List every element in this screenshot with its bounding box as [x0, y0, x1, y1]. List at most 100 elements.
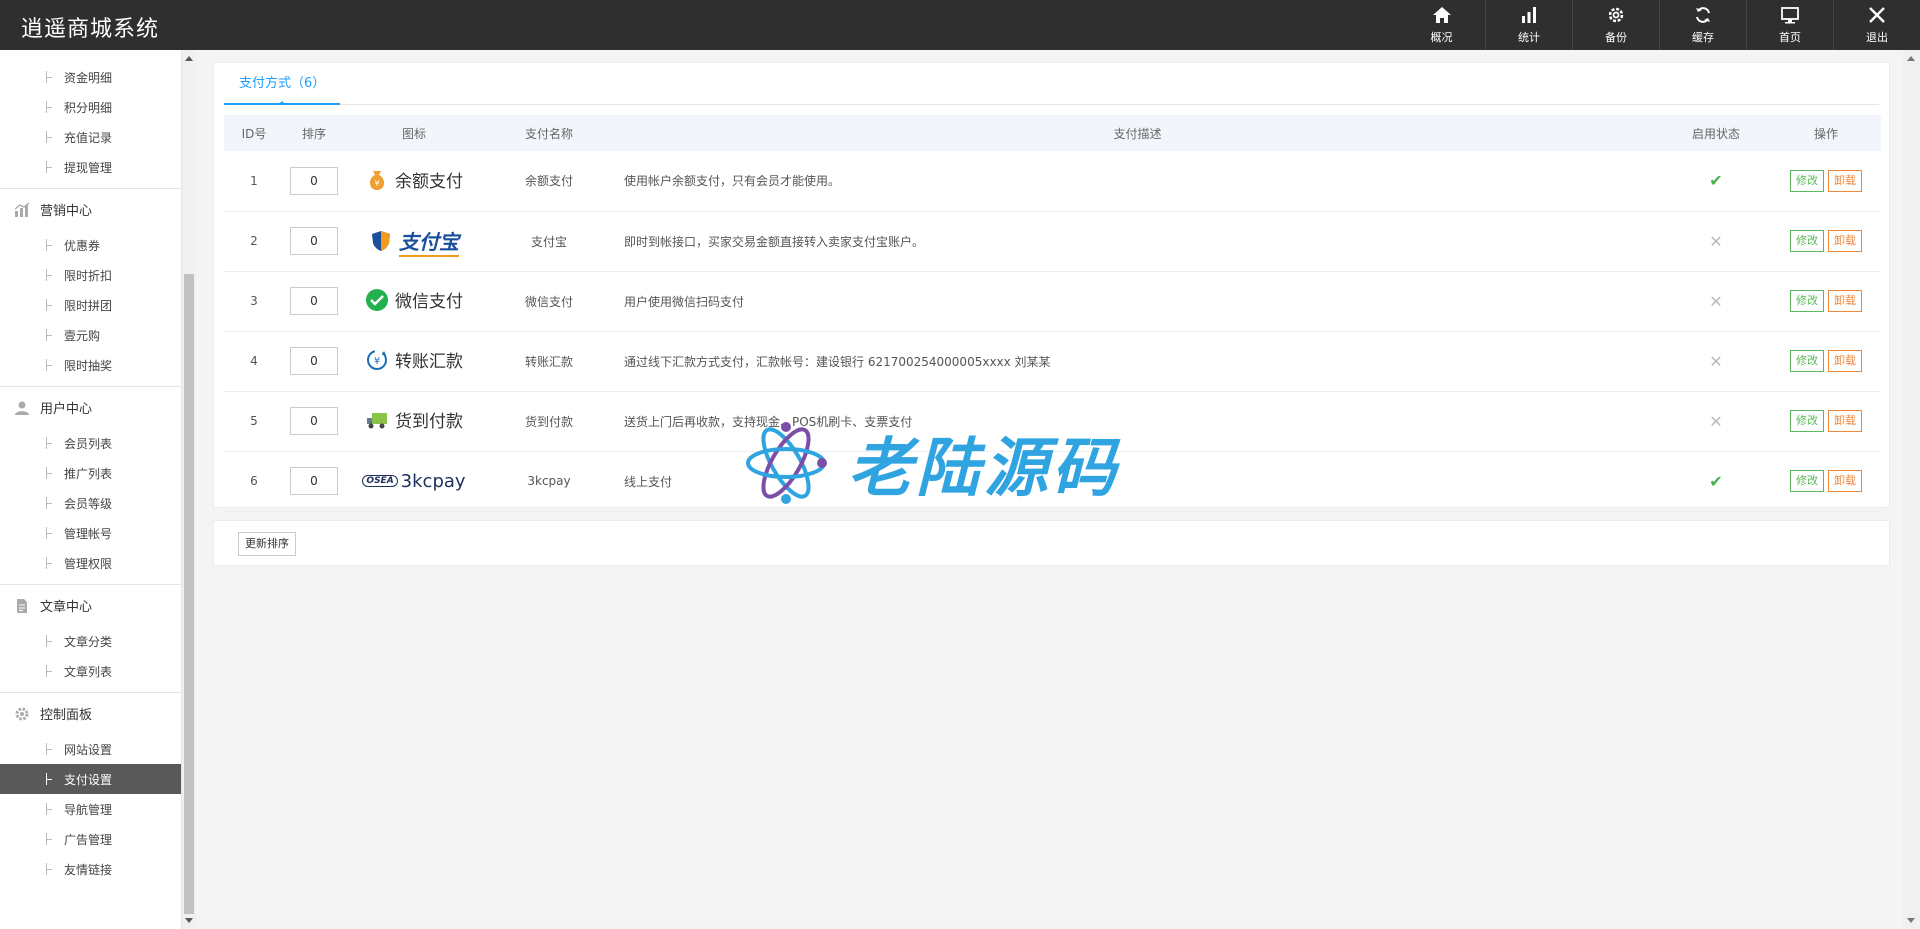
osea-logo-mark: OSEA: [362, 475, 398, 487]
scroll-thumb[interactable]: [184, 274, 194, 914]
topnav-overview[interactable]: 概况: [1398, 0, 1485, 50]
payment-logo: 支付宝: [369, 226, 459, 257]
sort-input[interactable]: [290, 227, 338, 255]
col-sort: 排序: [284, 115, 344, 151]
transfer-icon: ¥: [367, 349, 387, 370]
disabled-x-icon[interactable]: ✕: [1709, 292, 1722, 311]
app-title: 逍遥商城系统: [21, 17, 160, 42]
tab-payment-methods[interactable]: 支付方式（6）: [224, 63, 341, 105]
sidebar-item-site-settings[interactable]: 网站设置: [0, 734, 181, 764]
uninstall-button[interactable]: 卸载: [1828, 230, 1862, 252]
scroll-up-arrow[interactable]: [185, 56, 193, 61]
sort-input[interactable]: [290, 287, 338, 315]
uninstall-button[interactable]: 卸载: [1828, 350, 1862, 372]
table-row: 4 ¥ 转账汇款 转账汇款 通过线下汇款方式支付，汇款帐号：建设银行 62170…: [224, 331, 1881, 392]
sidebar-item-funds[interactable]: 资金明细: [0, 62, 181, 92]
sidebar: 资金明细 积分明细 充值记录 提现管理 营销中心 优惠券 限时折扣 限时拼团 壹…: [0, 50, 182, 929]
edit-button[interactable]: 修改: [1790, 350, 1824, 372]
money-bag-icon: ¥: [369, 170, 385, 190]
uninstall-button[interactable]: 卸载: [1828, 410, 1862, 432]
row-id: 6: [224, 451, 284, 512]
topnav-logout[interactable]: 退出: [1833, 0, 1920, 50]
sidebar-group-articles[interactable]: 文章中心: [0, 584, 181, 626]
disabled-x-icon[interactable]: ✕: [1709, 232, 1722, 251]
sidebar-item-article-list[interactable]: 文章列表: [0, 656, 181, 686]
sidebar-item-withdraw[interactable]: 提现管理: [0, 152, 181, 182]
row-desc: 送货上门后再收款，支持现金、POS机刷卡、支票支付: [614, 391, 1661, 452]
sidebar-item-members[interactable]: 会员列表: [0, 428, 181, 458]
sidebar-item-recharge[interactable]: 充值记录: [0, 122, 181, 152]
edit-button[interactable]: 修改: [1790, 410, 1824, 432]
sidebar-group-users[interactable]: 用户中心: [0, 386, 181, 428]
sidebar-item-payment-settings[interactable]: 支付设置: [0, 764, 181, 794]
sidebar-item-promotion[interactable]: 推广列表: [0, 458, 181, 488]
sidebar-item-points[interactable]: 积分明细: [0, 92, 181, 122]
row-desc: 通过线下汇款方式支付，汇款帐号：建设银行 621700254000005xxxx…: [614, 331, 1661, 392]
sidebar-item-admin-accounts[interactable]: 管理帐号: [0, 518, 181, 548]
disabled-x-icon[interactable]: ✕: [1709, 352, 1722, 371]
edit-button[interactable]: 修改: [1790, 169, 1824, 192]
sidebar-group-control-panel[interactable]: 控制面板: [0, 692, 181, 734]
bar-chart-icon: [1522, 7, 1536, 23]
enabled-check-icon[interactable]: ✔: [1709, 171, 1722, 190]
row-id: 3: [224, 271, 284, 332]
sidebar-item-article-category[interactable]: 文章分类: [0, 626, 181, 656]
table-header-row: ID号 排序 图标 支付名称 支付描述 启用状态 操作: [224, 115, 1881, 151]
topnav-label: 缓存: [1692, 31, 1714, 44]
topnav-cache[interactable]: 缓存: [1659, 0, 1746, 50]
truck-icon: [367, 412, 387, 429]
main-scrollbar[interactable]: [1903, 50, 1920, 929]
payment-logo: ¥ 转账汇款: [365, 347, 463, 372]
shield-icon: [372, 231, 390, 251]
sidebar-group-title: 文章中心: [40, 600, 93, 615]
table-row: 6 OSEA 3kcpay 3kcpay 线上支付 ✔ 修改卸载: [224, 451, 1881, 512]
topnav-stats[interactable]: 统计: [1485, 0, 1572, 50]
sort-input[interactable]: [290, 407, 338, 435]
user-icon: [15, 401, 29, 415]
uninstall-button[interactable]: 卸载: [1828, 169, 1862, 192]
sidebar-item-group-buy[interactable]: 限时拼团: [0, 290, 181, 320]
topnav-home[interactable]: 首页: [1746, 0, 1833, 50]
table-row: 5 货到付款 货到付款 送货上门后再收款，支持现金、POS机刷卡、支票支付 ✕ …: [224, 391, 1881, 452]
edit-button[interactable]: 修改: [1790, 290, 1824, 312]
close-icon: [1869, 7, 1885, 23]
row-name: 货到付款: [484, 391, 614, 452]
sort-input[interactable]: [290, 166, 338, 195]
update-sort-button[interactable]: 更新排序: [238, 532, 296, 556]
topnav-label: 首页: [1779, 31, 1801, 44]
enabled-check-icon[interactable]: ✔: [1709, 472, 1722, 491]
col-desc: 支付描述: [614, 115, 1661, 151]
payment-logo: 微信支付: [365, 287, 463, 312]
chart-icon: [14, 201, 30, 217]
uninstall-button[interactable]: 卸载: [1828, 290, 1862, 312]
sidebar-item-lottery[interactable]: 限时抽奖: [0, 350, 181, 380]
top-nav: 概况 统计 备份 缓存 首页 退出: [1398, 0, 1920, 50]
disabled-x-icon[interactable]: ✕: [1709, 412, 1722, 431]
sidebar-group-marketing[interactable]: 营销中心: [0, 188, 181, 230]
sidebar-item-admin-permissions[interactable]: 管理权限: [0, 548, 181, 578]
col-icon: 图标: [344, 115, 484, 151]
sidebar-item-coupon[interactable]: 优惠券: [0, 230, 181, 260]
row-name: 微信支付: [484, 271, 614, 332]
topnav-label: 备份: [1605, 31, 1627, 44]
sidebar-item-member-level[interactable]: 会员等级: [0, 488, 181, 518]
table-row: 1 ¥ 余额支付 余额支付 使用帐户余额支付，只有会员才能使用。 ✔ 修改卸载: [224, 151, 1881, 212]
sidebar-item-ads[interactable]: 广告管理: [0, 824, 181, 854]
sidebar-item-friend-links[interactable]: 友情链接: [0, 854, 181, 884]
scroll-up-arrow[interactable]: [1907, 56, 1915, 61]
col-name: 支付名称: [484, 115, 614, 151]
edit-button[interactable]: 修改: [1790, 470, 1824, 492]
scroll-down-arrow[interactable]: [1907, 918, 1915, 923]
sidebar-item-navigation[interactable]: 导航管理: [0, 794, 181, 824]
sort-input[interactable]: [290, 467, 338, 495]
sidebar-group-title: 用户中心: [40, 402, 93, 417]
sort-input[interactable]: [290, 347, 338, 375]
sidebar-item-one-yuan[interactable]: 壹元购: [0, 320, 181, 350]
topnav-backup[interactable]: 备份: [1572, 0, 1659, 50]
refresh-icon: [1696, 7, 1710, 23]
sidebar-item-discount[interactable]: 限时折扣: [0, 260, 181, 290]
scroll-down-arrow[interactable]: [185, 918, 193, 923]
sidebar-scrollbar[interactable]: [182, 50, 196, 929]
uninstall-button[interactable]: 卸载: [1828, 470, 1862, 492]
edit-button[interactable]: 修改: [1790, 230, 1824, 252]
